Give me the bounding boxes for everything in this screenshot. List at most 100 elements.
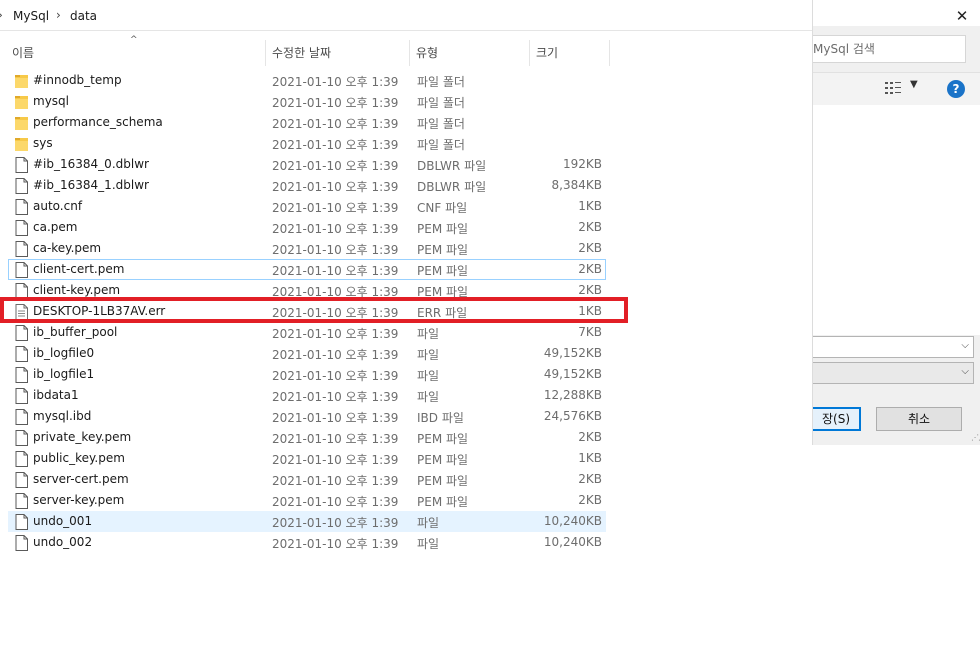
file-type: PEM 파일 — [417, 432, 469, 446]
file-date: 2021-01-10 오후 1:39 — [272, 96, 399, 110]
file-icon — [15, 220, 28, 236]
file-row[interactable]: performance_schema 2021-01-10 오후 1:39 파일 폴… — [8, 112, 606, 133]
file-type: PEM 파일 — [417, 453, 469, 467]
file-icon — [15, 325, 28, 341]
file-date: 2021-01-10 오후 1:39 — [272, 390, 399, 404]
column-header: ^ 이름 수정한 날짜 유형 크기 — [0, 35, 812, 66]
file-type: CNF 파일 — [417, 201, 468, 215]
file-type-select[interactable]: ⌵ — [813, 362, 974, 384]
file-name: undo_002 — [33, 535, 93, 549]
file-row[interactable]: client-cert.pem 2021-01-10 오후 1:39 PEM 파일 2… — [8, 259, 606, 280]
file-name: #ib_16384_1.dblwr — [33, 178, 149, 192]
column-divider[interactable] — [609, 40, 610, 66]
file-date: 2021-01-10 오후 1:39 — [272, 264, 399, 278]
file-date: 2021-01-10 오후 1:39 — [272, 453, 399, 467]
file-icon — [15, 388, 28, 404]
file-type: 파일 폴더 — [417, 75, 465, 89]
file-name-select[interactable]: ⌵ — [813, 336, 974, 358]
file-name: #ib_16384_0.dblwr — [33, 157, 149, 171]
file-type: 파일 — [417, 516, 440, 530]
file-icon — [15, 178, 28, 194]
file-size: 49,152KB — [543, 367, 602, 381]
file-type: PEM 파일 — [417, 495, 469, 509]
chevron-down-icon: ⌵ — [961, 366, 969, 377]
file-row[interactable]: ibdata1 2021-01-10 오후 1:39 파일 12,288KB — [8, 385, 606, 406]
column-divider[interactable] — [529, 40, 530, 66]
column-name[interactable]: 이름 — [12, 44, 34, 62]
search-input[interactable]: MySql 검색 — [813, 35, 966, 63]
file-icon — [15, 199, 28, 215]
file-row[interactable]: #ib_16384_1.dblwr 2021-01-10 오후 1:39 DBLWR… — [8, 175, 606, 196]
annotation-highlight-box — [0, 297, 628, 323]
resize-grip-icon[interactable]: ⋰⋰ — [971, 433, 980, 442]
file-row[interactable]: mysql.ibd 2021-01-10 오후 1:39 IBD 파일 24,576K… — [8, 406, 606, 427]
file-size: 192KB — [562, 157, 602, 171]
file-type: 파일 폴더 — [417, 138, 465, 152]
file-row[interactable]: ib_logfile0 2021-01-10 오후 1:39 파일 49,152KB — [8, 343, 606, 364]
file-type: DBLWR 파일 — [417, 159, 487, 173]
file-size: 2KB — [578, 430, 602, 444]
folder-icon — [15, 138, 28, 151]
file-row[interactable]: sys 2021-01-10 오후 1:39 파일 폴더 — [8, 133, 606, 154]
file-icon — [15, 346, 28, 362]
file-name: ib_buffer_pool — [33, 325, 118, 339]
file-row[interactable]: private_key.pem 2021-01-10 오후 1:39 PEM 파일 2… — [8, 427, 606, 448]
file-row[interactable]: #ib_16384_0.dblwr 2021-01-10 오후 1:39 DBLWR… — [8, 154, 606, 175]
file-icon — [15, 472, 28, 488]
file-row[interactable]: undo_002 2021-01-10 오후 1:39 파일 10,240KB — [8, 532, 606, 553]
file-name: ib_logfile1 — [33, 367, 95, 381]
file-row[interactable]: ib_logfile1 2021-01-10 오후 1:39 파일 49,152KB — [8, 364, 606, 385]
file-row[interactable]: server-cert.pem 2021-01-10 오후 1:39 PEM 파일 2… — [8, 469, 606, 490]
column-type[interactable]: 유형 — [416, 44, 438, 62]
file-size: 2KB — [578, 220, 602, 234]
breadcrumb-item-mysql[interactable]: MySql — [13, 9, 49, 23]
file-size: 2KB — [578, 241, 602, 255]
file-date: 2021-01-10 오후 1:39 — [272, 474, 399, 488]
file-row[interactable]: ib_buffer_pool 2021-01-10 오후 1:39 파일 7KB — [8, 322, 606, 343]
help-icon[interactable]: ? — [947, 80, 965, 98]
folder-icon — [15, 75, 28, 88]
cancel-button[interactable]: 취소 — [876, 407, 962, 431]
file-icon — [15, 262, 28, 278]
column-date[interactable]: 수정한 날짜 — [272, 44, 331, 62]
column-divider[interactable] — [265, 40, 266, 66]
save-button[interactable]: 장(S) — [813, 407, 861, 431]
file-row[interactable]: ca-key.pem 2021-01-10 오후 1:39 PEM 파일 2KB — [8, 238, 606, 259]
file-icon — [15, 157, 28, 173]
dialog-content-area — [813, 105, 980, 335]
sort-ascending-icon: ^ — [130, 35, 138, 45]
file-row[interactable]: public_key.pem 2021-01-10 오후 1:39 PEM 파일 1K… — [8, 448, 606, 469]
chevron-down-icon: ⌵ — [961, 340, 969, 351]
column-size[interactable]: 크기 — [536, 44, 558, 62]
file-row[interactable]: ca.pem 2021-01-10 오후 1:39 PEM 파일 2KB — [8, 217, 606, 238]
file-name: public_key.pem — [33, 451, 125, 465]
file-icon — [15, 493, 28, 509]
file-date: 2021-01-10 오후 1:39 — [272, 117, 399, 131]
file-explorer-window: › MySql › data ^ 이름 수정한 날짜 유형 크기 #innodb… — [0, 0, 812, 659]
file-date: 2021-01-10 오후 1:39 — [272, 138, 399, 152]
breadcrumb[interactable]: › MySql › data — [0, 5, 812, 31]
file-row[interactable]: #innodb_temp 2021-01-10 오후 1:39 파일 폴더 — [8, 70, 606, 91]
file-row[interactable]: undo_001 2021-01-10 오후 1:39 파일 10,240KB — [8, 511, 606, 532]
file-type: 파일 — [417, 390, 440, 404]
screen: ✕ MySql 검색 ▼ ? ⌵ ⌵ 장(S) 취소 ⋰ MySql › dat… — [0, 0, 980, 659]
file-row[interactable]: mysql 2021-01-10 오후 1:39 파일 폴더 — [8, 91, 606, 112]
chevron-down-icon[interactable]: ▼ — [910, 79, 918, 90]
file-row[interactable]: server-key.pem 2021-01-10 오후 1:39 PEM 파일 2K… — [8, 490, 606, 511]
file-row[interactable]: auto.cnf 2021-01-10 오후 1:39 CNF 파일 1KB — [8, 196, 606, 217]
file-size: 12,288KB — [543, 388, 602, 402]
file-type: 파일 — [417, 369, 440, 383]
file-name: auto.cnf — [33, 199, 83, 213]
close-icon[interactable]: ✕ — [948, 6, 976, 26]
file-type: 파일 — [417, 327, 440, 341]
file-name: ca.pem — [33, 220, 78, 234]
file-size: 10,240KB — [543, 535, 602, 549]
file-name: ib_logfile0 — [33, 346, 95, 360]
view-options-icon[interactable] — [885, 81, 903, 95]
file-type: 파일 폴더 — [417, 96, 465, 110]
breadcrumb-item-data[interactable]: data — [70, 9, 97, 23]
file-name: #innodb_temp — [33, 73, 122, 87]
file-type: PEM 파일 — [417, 264, 469, 278]
file-icon — [15, 451, 28, 467]
column-divider[interactable] — [409, 40, 410, 66]
